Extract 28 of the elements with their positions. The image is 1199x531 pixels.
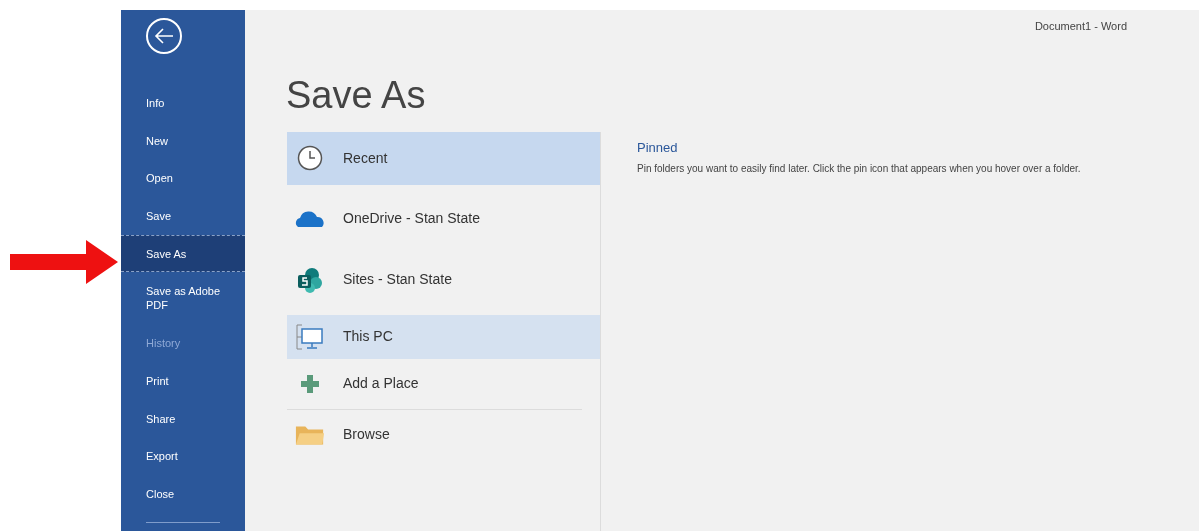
sidebar-item[interactable]: Export <box>121 437 245 476</box>
sidebar-item[interactable]: Share <box>121 399 245 438</box>
sidebar-item[interactable]: Save <box>121 197 245 235</box>
sidebar-item[interactable]: Info <box>121 84 245 122</box>
sidebar-item[interactable]: Print <box>121 362 245 400</box>
sidebar-item[interactable]: Close <box>121 475 245 513</box>
sidebar-item[interactable]: Open <box>121 159 245 198</box>
window-title: Document1 - Word <box>1034 19 1127 34</box>
computer-icon <box>295 322 325 351</box>
back-button[interactable] <box>146 18 182 54</box>
clock-icon <box>297 145 323 171</box>
pinned-heading: Pinned <box>637 138 679 157</box>
page-title: Save As <box>286 73 426 116</box>
place-item[interactable]: Browse <box>287 409 600 460</box>
place-item[interactable]: Recent <box>287 131 600 185</box>
place-item[interactable]: Add a Place <box>287 358 600 409</box>
back-arrow-icon <box>154 28 174 44</box>
place-item[interactable]: Sites - Stan State <box>287 248 600 311</box>
place-item[interactable]: OneDrive - Stan State <box>287 188 600 249</box>
cloud-icon <box>295 208 325 229</box>
pinned-description: Pin folders you want to easily find later. Click the pin icon that appears when you hover over a folder. <box>637 162 1081 176</box>
sidebar-item[interactable]: New <box>121 121 245 160</box>
plus-icon <box>301 374 319 393</box>
place-item[interactable]: This PC <box>287 314 600 359</box>
sidebar-item[interactable]: Save As <box>121 234 245 273</box>
sites-icon <box>296 265 324 294</box>
arrow-icon <box>10 240 118 284</box>
sidebar-item[interactable]: Save as Adobe PDF <box>121 272 245 325</box>
